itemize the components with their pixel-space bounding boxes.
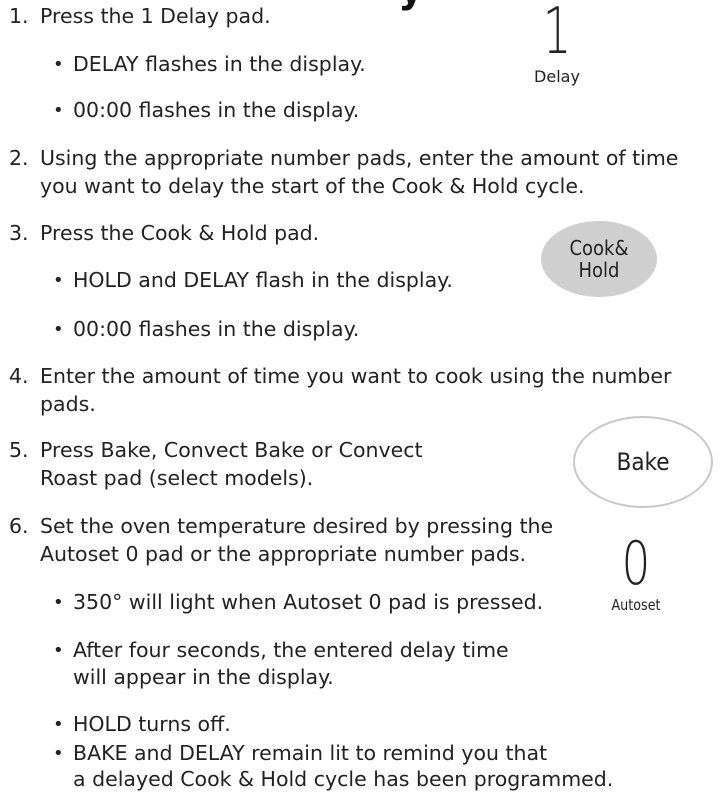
bullet-marker: • [53, 100, 64, 121]
delay-pad-label: Delay [534, 67, 580, 86]
step-number: 6. [9, 514, 29, 538]
step-text: you want to delay the start of the Cook … [40, 174, 585, 198]
bullet-text: HOLD turns off. [73, 712, 231, 736]
autoset-pad-graphic: 0 Autoset [596, 534, 676, 614]
bullet-marker: • [53, 54, 64, 75]
bullet-marker: • [53, 743, 64, 764]
step-number: 3. [9, 221, 29, 245]
bake-pad-graphic: Bake [573, 416, 713, 508]
cook-hold-pad-line1: Cook& [569, 236, 629, 260]
section-heading-fragment: y [398, 0, 424, 12]
step-number: 5. [9, 438, 29, 462]
bullet-text: 350° will light when Autoset 0 pad is pr… [73, 590, 544, 614]
cook-hold-pad-graphic: Cook& Hold [541, 221, 657, 297]
step-text: Using the appropriate number pads, enter… [40, 146, 679, 170]
bullet-marker: • [53, 714, 64, 735]
step-number: 4. [9, 364, 29, 388]
step-text: pads. [40, 392, 96, 416]
autoset-pad-digit: 0 [621, 529, 651, 599]
step-text: Roast pad (select models). [40, 466, 314, 490]
bullet-marker: • [53, 270, 64, 291]
bake-pad-label: Bake [616, 448, 670, 476]
delay-pad-digit: 1 [542, 0, 572, 69]
autoset-pad-label: Autoset [611, 596, 661, 614]
step-text: Enter the amount of time you want to coo… [40, 364, 672, 388]
bullet-text: DELAY flashes in the display. [73, 52, 366, 76]
bullet-text: BAKE and DELAY remain lit to remind you … [73, 741, 548, 765]
bullet-marker: • [53, 319, 64, 340]
step-text: Press Bake, Convect Bake or Convect [40, 438, 423, 462]
step-text: Set the oven temperature desired by pres… [40, 514, 554, 538]
step-number: 2. [9, 146, 29, 170]
step-number: 1. [9, 4, 29, 28]
step-text: Press the Cook & Hold pad. [40, 221, 320, 245]
step-text: Press the 1 Delay pad. [40, 4, 271, 28]
bullet-marker: • [53, 640, 64, 661]
bullet-text: After four seconds, the entered delay ti… [73, 638, 509, 662]
bullet-text: a delayed Cook & Hold cycle has been pro… [73, 767, 614, 791]
bullet-text: HOLD and DELAY flash in the display. [73, 268, 453, 292]
cook-hold-pad-line2: Hold [578, 258, 620, 282]
bullet-text: will appear in the display. [73, 665, 334, 689]
bullet-text: 00:00 flashes in the display. [73, 98, 360, 122]
bullet-text: 00:00 flashes in the display. [73, 317, 360, 341]
bullet-marker: • [53, 592, 64, 613]
delay-pad-graphic: 1 Delay [512, 0, 602, 86]
step-text: Autoset 0 pad or the appropriate number … [40, 542, 527, 566]
